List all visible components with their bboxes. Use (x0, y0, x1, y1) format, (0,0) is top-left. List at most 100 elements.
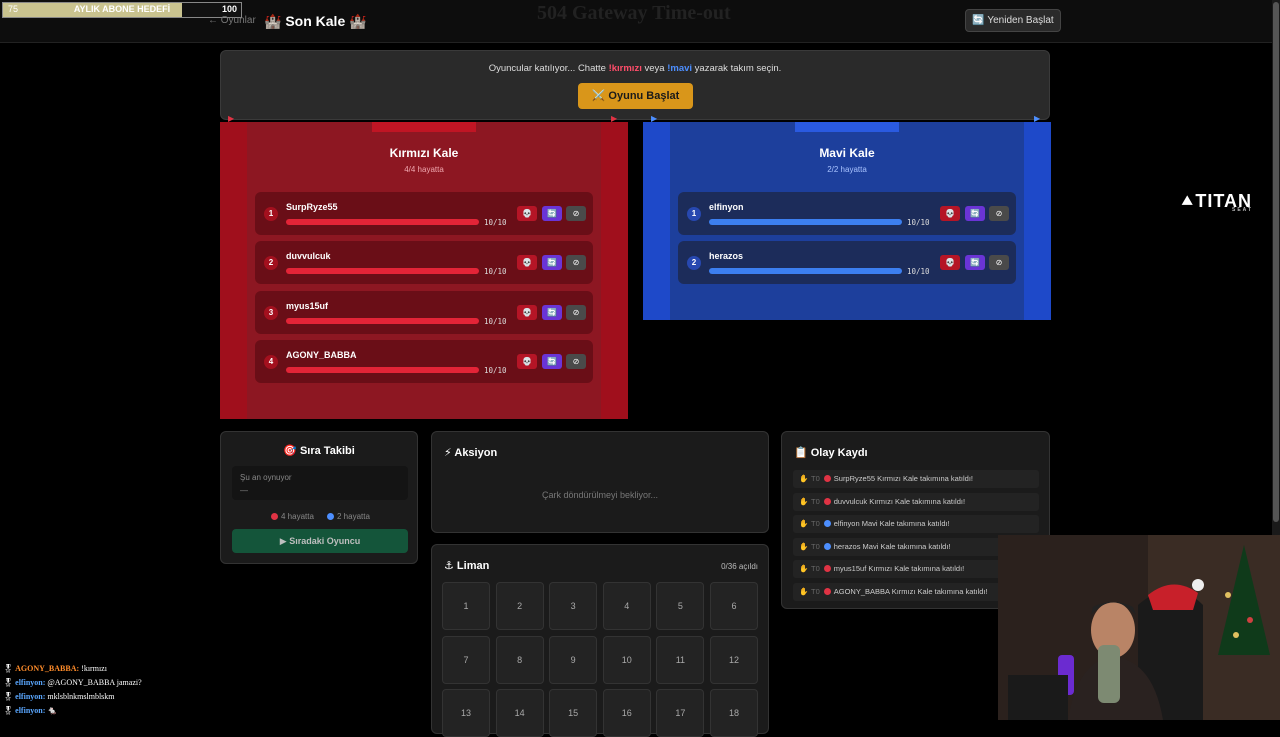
titan-seat-logo: ⯅TITAN SEAT (1180, 191, 1253, 213)
harbor-cell[interactable]: 7 (442, 635, 490, 684)
harbor-cell[interactable]: 17 (656, 689, 705, 737)
action-panel: ⚡ Aksiyon Çark döndürülmeyi bekliyor... (431, 431, 769, 533)
chat-text: mklsblnkmslmblskm (45, 692, 115, 701)
harbor-cell[interactable]: 9 (549, 635, 598, 684)
switch-team-button[interactable]: 🔄 (965, 206, 985, 221)
harbor-cell[interactable]: 1 (442, 582, 490, 630)
event-time: T0 (811, 519, 820, 529)
remove-player-button[interactable]: ⊘ (566, 354, 586, 369)
player-row: 1 elfinyon 10/10 💀 🔄 ⊘ (678, 192, 1016, 235)
blue-castle: ▶ ▶ Mavi Kale 2/2 hayatta 1 elfinyon 10/… (643, 114, 1051, 320)
action-waiting-text: Çark döndürülmeyi bekliyor... (541, 490, 659, 500)
event-log-entry: ✋ T0 elfinyon Mavi Kale takımına katıldı! (793, 515, 1039, 534)
webcam-overlay (998, 535, 1280, 720)
event-text: AGONY_BABBA Kırmızı Kale takımına katıld… (833, 587, 988, 596)
eliminate-player-button[interactable]: 💀 (940, 206, 960, 221)
blue-alive-text: 2 hayatta (337, 512, 370, 521)
team-dot-icon (823, 475, 831, 482)
player-number: 1 (264, 207, 278, 221)
harbor-cell[interactable]: 5 (656, 582, 705, 630)
harbor-cell[interactable]: 3 (549, 582, 598, 630)
eliminate-player-button[interactable]: 💀 (517, 255, 537, 270)
player-row: 1 SurpRyze55 10/10 💀 🔄 ⊘ (255, 192, 593, 235)
red-dot-icon (271, 513, 278, 520)
harbor-cell[interactable]: 14 (495, 689, 544, 737)
restart-button[interactable]: 🔄 Yeniden Başlat (965, 9, 1061, 32)
flag-icon: ▶ (651, 114, 658, 123)
chat-username: elfinyon: (15, 692, 46, 701)
harbor-opened-count: 0/36 açıldı (721, 562, 758, 571)
team-dot-icon (823, 520, 831, 528)
harbor-cell[interactable]: 13 (442, 689, 490, 737)
flag-icon: ▶ (228, 114, 235, 123)
join-text-mid: veya (641, 63, 668, 74)
wave-hand-icon: ✋ (799, 496, 809, 506)
remove-player-button[interactable]: ⊘ (989, 255, 1009, 270)
player-name: SurpRyze55 (286, 202, 338, 212)
remove-player-button[interactable]: ⊘ (566, 206, 586, 221)
harbor-cell[interactable]: 8 (495, 635, 544, 684)
castle-battlements (795, 122, 899, 132)
switch-team-button[interactable]: 🔄 (542, 305, 562, 320)
switch-team-button[interactable]: 🔄 (542, 206, 562, 221)
player-name: myus15uf (286, 301, 329, 311)
event-time: T0 (811, 496, 820, 506)
start-game-button[interactable]: ⚔️ Oyunu Başlat (578, 83, 693, 109)
health-bar (709, 268, 902, 274)
harbor-cell[interactable]: 12 (710, 635, 758, 684)
stream-chat-overlay: 🎖 AGONY_BABBA: !kırmızı 🎖 elfinyon: @AGON… (3, 662, 303, 718)
back-to-games-link[interactable]: ← Oyunlar (208, 15, 256, 26)
team-dot-icon (823, 588, 831, 595)
harbor-cell[interactable]: 2 (495, 582, 544, 630)
wave-hand-icon: ✋ (799, 564, 809, 574)
switch-team-button[interactable]: 🔄 (965, 255, 985, 270)
eliminate-player-button[interactable]: 💀 (517, 305, 537, 320)
wave-hand-icon: ✋ (799, 541, 809, 551)
player-number: 1 (687, 207, 701, 221)
next-player-button[interactable]: ▶ Sıradaki Oyuncu (232, 529, 408, 553)
remove-player-button[interactable]: ⊘ (566, 305, 586, 320)
health-bar (709, 219, 902, 225)
player-number: 2 (264, 256, 278, 270)
action-title: ⚡ Aksiyon (444, 447, 498, 459)
join-text-prefix: Oyuncular katılıyor... Chatte (488, 63, 609, 74)
flag-icon: ▶ (611, 114, 618, 123)
harbor-cell[interactable]: 11 (656, 635, 705, 684)
harbor-cell[interactable]: 18 (710, 689, 758, 737)
chat-message: 🎖 AGONY_BABBA: !kırmızı (3, 662, 303, 676)
switch-team-button[interactable]: 🔄 (542, 255, 562, 270)
chat-badge-icon: 🎖 (3, 664, 16, 673)
harbor-cell[interactable]: 4 (602, 582, 651, 630)
harbor-cell[interactable]: 16 (602, 689, 651, 737)
subscriber-goal-label: AYLIK ABONE HEDEFİ (73, 4, 171, 14)
player-number: 3 (264, 306, 278, 320)
player-name: AGONY_BABBA (286, 350, 357, 360)
webcam-image (998, 535, 1280, 720)
player-row: 4 AGONY_BABBA 10/10 💀 🔄 ⊘ (255, 340, 593, 383)
event-text: SurpRyze55 Kırmızı Kale takımına katıldı… (833, 474, 973, 483)
current-player-value: — (240, 486, 248, 495)
health-bar (286, 318, 479, 324)
harbor-cell[interactable]: 15 (549, 689, 598, 737)
health-bar (286, 268, 479, 274)
team-dot-icon (823, 542, 831, 550)
team-dot-icon (823, 565, 831, 573)
castle-alive-count: 4/4 hayatta (404, 165, 444, 174)
eliminate-player-button[interactable]: 💀 (517, 354, 537, 369)
player-number: 2 (687, 256, 701, 270)
event-time: T0 (811, 474, 820, 483)
player-row: 3 myus15uf 10/10 💀 🔄 ⊘ (255, 291, 593, 334)
eliminate-player-button[interactable]: 💀 (517, 206, 537, 221)
chat-text: !kırmızı (79, 664, 107, 673)
health-value: 10/10 (484, 218, 507, 227)
blue-command: !mavi (667, 63, 693, 74)
harbor-cell[interactable]: 10 (602, 635, 651, 684)
eliminate-player-button[interactable]: 💀 (940, 255, 960, 270)
chat-badge-icon: 🎖 (3, 706, 16, 715)
remove-player-button[interactable]: ⊘ (989, 206, 1009, 221)
scrollbar-thumb[interactable] (1273, 2, 1279, 522)
harbor-cell[interactable]: 6 (710, 582, 758, 630)
remove-player-button[interactable]: ⊘ (566, 255, 586, 270)
switch-team-button[interactable]: 🔄 (542, 354, 562, 369)
event-text: myus15uf Kırmızı Kale takımına katıldı! (833, 564, 965, 574)
